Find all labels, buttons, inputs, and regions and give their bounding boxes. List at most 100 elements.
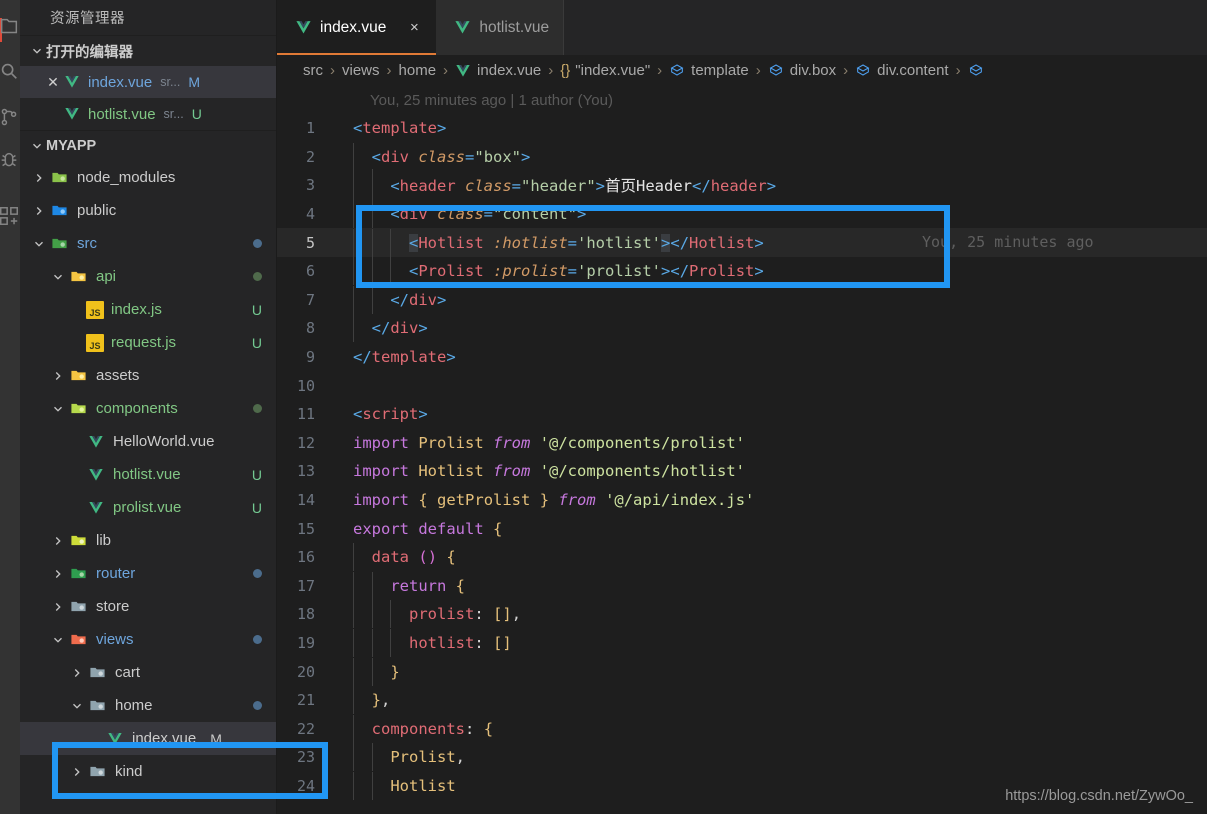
code-line[interactable]: 6 <Prolist :prolist='prolist'></Prolist> <box>277 257 1207 286</box>
breadcrumb-item[interactable]: {} "index.vue" <box>560 62 650 79</box>
indent-guide <box>353 686 354 715</box>
tree-item-prolist-vue[interactable]: prolist.vue U <box>20 491 276 524</box>
code-editor[interactable]: You, 25 minutes ago | 1 author (You) 1 <t… <box>277 86 1207 814</box>
code-line[interactable]: 14 import { getProlist } from '@/api/inde… <box>277 486 1207 515</box>
indent-guide <box>371 169 373 202</box>
tree-item-api[interactable]: api <box>20 260 276 293</box>
chevron-down-icon[interactable] <box>30 235 48 253</box>
code-line[interactable]: 3 <header class="header">首页Header</heade… <box>277 169 1207 202</box>
breadcrumb-item[interactable]: template <box>669 62 749 79</box>
code-text: return { <box>353 571 465 600</box>
code-line[interactable]: 11 <script> <box>277 400 1207 429</box>
section-project-myapp[interactable]: MYAPP <box>20 130 276 161</box>
tree-item-store[interactable]: store <box>20 590 276 623</box>
tree-item-public[interactable]: public <box>20 194 276 227</box>
explorer-icon[interactable] <box>0 16 20 38</box>
breadcrumb-item[interactable]: views <box>342 62 380 79</box>
code-line[interactable]: 1 <template> <box>277 114 1207 143</box>
tree-item-router[interactable]: router <box>20 557 276 590</box>
tree-item-label: index.js <box>111 301 162 318</box>
breadcrumb-item[interactable]: home <box>399 62 437 79</box>
tree-item-label: router <box>96 565 136 582</box>
indent-guide <box>353 543 354 572</box>
git-status-badge: U <box>251 301 262 318</box>
indent-guide <box>371 657 373 686</box>
code-line[interactable]: 7 </div> <box>277 285 1207 315</box>
code-line[interactable]: 22 components: { <box>277 714 1207 743</box>
code-line[interactable]: 12 import Prolist from '@/components/prol… <box>277 429 1207 458</box>
code-line[interactable]: 19 hotlist: [] <box>277 628 1207 658</box>
chevron-right-icon[interactable] <box>49 367 67 385</box>
tree-item-helloworld-vue[interactable]: HelloWorld.vue <box>20 425 276 458</box>
line-number: 8 <box>305 319 315 338</box>
code-line[interactable]: 23 Prolist, <box>277 743 1207 772</box>
chevron-down-icon[interactable] <box>49 631 67 649</box>
tab-hotlist-vue[interactable]: hotlist.vue <box>436 0 564 55</box>
breadcrumb-item[interactable]: index.vue <box>455 62 541 79</box>
code-line[interactable]: 21 }, <box>277 686 1207 715</box>
tree-item-kind[interactable]: kind <box>20 755 276 788</box>
code-text: prolist: [], <box>353 600 521 629</box>
tree-item-hotlist-vue[interactable]: hotlist.vue U <box>20 458 276 491</box>
code-line[interactable]: 8 </div> <box>277 314 1207 343</box>
breadcrumb-item[interactable] <box>968 63 990 79</box>
code-line[interactable]: 18 prolist: [], <box>277 600 1207 629</box>
tree-item-index-vue[interactable]: index.vue M <box>20 722 276 755</box>
tree-item-node-modules[interactable]: node_modules <box>20 161 276 194</box>
tab-close-icon[interactable]: × <box>406 19 422 36</box>
section-open-editors[interactable]: 打开的编辑器 <box>20 35 276 66</box>
folder-status-dot <box>253 701 262 710</box>
debug-icon[interactable] <box>0 150 20 172</box>
tab-index-vue[interactable]: index.vue × <box>277 0 437 55</box>
folder-src-icon <box>48 235 70 252</box>
line-number: 4 <box>305 205 315 224</box>
breadcrumb-item[interactable]: src <box>303 62 323 79</box>
code-line[interactable]: 13 import Hotlist from '@/components/hotl… <box>277 457 1207 486</box>
tree-item-components[interactable]: components <box>20 392 276 425</box>
line-number: 17 <box>296 576 315 595</box>
tree-item-assets[interactable]: assets <box>20 359 276 392</box>
code-line[interactable]: 20 } <box>277 657 1207 686</box>
code-text: <header class="header">首页Header</header> <box>353 169 776 202</box>
chevron-down-icon[interactable] <box>49 400 67 418</box>
breadcrumb-label: index.vue <box>477 62 542 79</box>
code-line[interactable]: 17 return { <box>277 571 1207 601</box>
line-number: 2 <box>305 147 315 166</box>
folder-icon <box>86 664 108 681</box>
tree-item-request-js[interactable]: JS request.js U <box>20 326 276 359</box>
indent-guide <box>371 771 373 800</box>
code-line[interactable]: 16 data () { <box>277 543 1207 572</box>
code-line[interactable]: 9 </template> <box>277 343 1207 372</box>
tree-item-index-js[interactable]: JS index.js U <box>20 293 276 326</box>
indent-guide <box>371 285 373 314</box>
code-line[interactable]: 15 export default { <box>277 514 1207 543</box>
search-icon[interactable] <box>0 60 20 82</box>
breadcrumb-item[interactable]: div.box <box>768 62 836 79</box>
open-editor-item-index-vue[interactable]: ✕ index.vue sr... M <box>20 66 276 98</box>
chevron-right-icon[interactable] <box>30 169 48 187</box>
code-line[interactable]: 2 <div class="box"> <box>277 142 1207 172</box>
chevron-right-icon[interactable] <box>68 664 86 682</box>
chevron-down-icon[interactable] <box>68 697 86 715</box>
tree-item-views[interactable]: views <box>20 623 276 656</box>
chevron-down-icon[interactable] <box>49 268 67 286</box>
chevron-right-icon[interactable] <box>68 763 86 781</box>
close-icon[interactable]: ✕ <box>44 74 62 91</box>
code-line[interactable]: 10 <box>277 371 1207 400</box>
code-line[interactable]: 4 <div class="content"> <box>277 200 1207 229</box>
chevron-right-icon[interactable] <box>49 598 67 616</box>
tree-item-cart[interactable]: cart <box>20 656 276 689</box>
chevron-right-icon[interactable] <box>30 202 48 220</box>
open-editor-item-hotlist-vue[interactable]: hotlist.vue sr... U <box>20 98 276 130</box>
tree-item-home[interactable]: home <box>20 689 276 722</box>
tree-item-label: prolist.vue <box>113 499 182 516</box>
source-control-icon[interactable] <box>0 106 20 128</box>
chevron-right-icon[interactable] <box>49 565 67 583</box>
chevron-right-icon[interactable] <box>49 532 67 550</box>
code-text: import Hotlist from '@/components/hotlis… <box>353 462 745 481</box>
tree-item-lib[interactable]: lib <box>20 524 276 557</box>
line-number: 1 <box>305 119 315 138</box>
breadcrumb-item[interactable]: div.content <box>855 62 949 79</box>
extensions-icon[interactable] <box>0 205 20 227</box>
tree-item-src[interactable]: src <box>20 227 276 260</box>
